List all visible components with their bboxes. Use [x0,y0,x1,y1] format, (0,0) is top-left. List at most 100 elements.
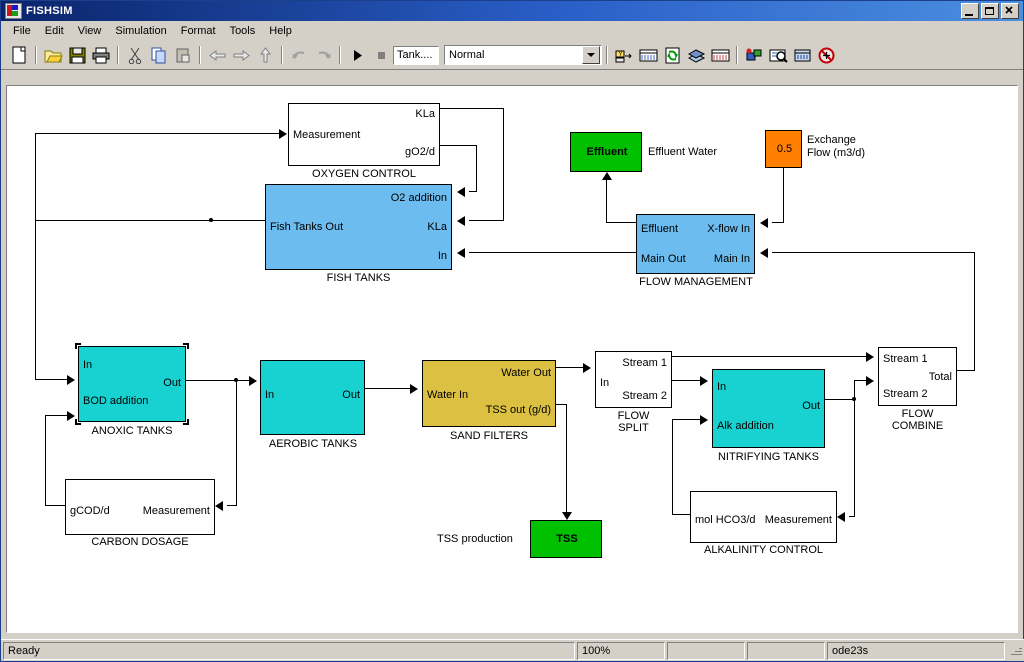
menu-simulation[interactable]: Simulation [108,23,173,39]
port-label-tss-out: TSS out (g/d) [485,404,551,416]
start-simulation-icon[interactable] [345,44,369,67]
block-alkalinity-control[interactable]: mol HCO3/d Measurement [690,491,837,543]
block-effluent[interactable]: Effluent [570,132,642,172]
port-label-stream-1-out: Stream 1 [622,357,667,369]
port-label-anoxic-out: Out [163,377,181,389]
wire-fishtanks-out-up [35,133,36,221]
block-caption-flow-management: FLOW MANAGEMENT [639,276,753,288]
block-oxygen-control[interactable]: Measurement KLa gO2/d [288,103,440,166]
block-aerobic-tanks[interactable]: In Out [260,360,365,435]
block-label-tss: TSS [556,533,578,545]
arrowhead-carbon-measurement [215,501,223,511]
arrowhead-water-in [410,384,418,394]
open-model-icon[interactable] [41,44,65,67]
arrowhead-combine-stream-1 [866,352,874,362]
model-explorer-icon[interactable] [708,44,732,67]
window-title: FISHSIM [26,5,73,17]
toolbar: Tank.... Normal Y [1,41,1023,70]
block-anoxic-tanks[interactable]: In BOD addition Out [78,346,186,422]
status-field-4 [747,641,825,660]
forward-arrow-icon[interactable] [229,44,253,67]
print-icon[interactable] [89,44,113,67]
arrowhead-anoxic-in [67,375,75,385]
port-label-alkalinity-measurement: Measurement [764,514,832,526]
wire-go2d-to-fishtanks [469,191,477,192]
annotation-exchange-flow-line2: Flow (m3/d) [807,147,866,159]
wire-total-up [974,252,975,371]
wire-hco3-up [672,419,673,515]
port-label-aerobic-out: Out [342,389,360,401]
stop-time-field[interactable]: Tank.... [393,45,439,65]
menu-tools[interactable]: Tools [223,23,263,39]
data-inspector-icon[interactable] [790,44,814,67]
toolbar-separator [606,46,608,64]
chevron-down-icon[interactable] [582,46,600,64]
block-caption-sand-filters: SAND FILTERS [449,430,529,442]
stop-sign-icon[interactable] [814,44,838,67]
minimize-button[interactable] [961,3,979,19]
library-browser-icon[interactable]: Y [612,44,636,67]
menu-help[interactable]: Help [262,23,299,39]
toggle-model-browser-icon[interactable] [636,44,660,67]
port-label-stream-2-out: Stream 2 [622,390,667,402]
block-flow-combine[interactable]: Stream 1 Stream 2 Total [878,347,957,406]
title-bar: FISHSIM [1,1,1023,21]
block-caption-aerobic-tanks: AEROBIC TANKS [268,438,358,450]
block-caption-flow-split-line2: SPLIT [618,422,649,434]
save-icon[interactable] [65,44,89,67]
port-label-nitrifying-in: In [717,381,727,393]
menu-file[interactable]: File [6,23,38,39]
wire-hco3-left [672,514,690,515]
arrowhead-tss-scope [562,512,572,520]
redo-icon[interactable] [311,44,335,67]
model-canvas[interactable]: Measurement KLa gO2/d OXYGEN CONTROL Fis… [6,85,1018,633]
up-arrow-icon[interactable] [253,44,277,67]
block-flow-management[interactable]: Effluent Main Out X-flow In Main In [636,214,755,274]
block-caption-nitrifying-tanks: NITRIFYING TANKS [717,451,820,463]
status-message: Ready [3,641,575,660]
wire-anoxic-branch-down [236,380,237,505]
toolbar-separator [199,46,201,64]
port-label-carbon-measurement: Measurement [142,505,210,517]
block-caption-flow-split-line1: FLOW [617,410,650,422]
maximize-button[interactable] [981,3,999,19]
menu-view[interactable]: View [71,23,109,39]
cut-icon[interactable] [123,44,147,67]
debug-icon[interactable] [742,44,766,67]
arrowhead-fishtanks-in [457,248,465,258]
wire-gcod-to-anoxic [45,415,68,416]
simulation-mode-select[interactable]: Normal [444,45,602,65]
wire-nitrifying-branch-left [849,516,855,517]
stop-simulation-icon[interactable] [369,44,393,67]
resize-grip[interactable] [1009,644,1023,658]
paste-icon[interactable] [171,44,195,67]
update-diagram-icon[interactable] [660,44,684,67]
port-label-gcod: gCOD/d [70,505,110,517]
block-nitrifying-tanks[interactable]: In Alk addition Out [712,369,825,448]
undo-icon[interactable] [287,44,311,67]
arrowhead-aerobic-in [249,376,257,386]
build-model-icon[interactable] [684,44,708,67]
back-arrow-icon[interactable] [205,44,229,67]
svg-text:Y: Y [618,52,622,58]
model-advisor-icon[interactable] [766,44,790,67]
block-flow-split[interactable]: In Stream 1 Stream 2 [595,351,672,408]
selection-handle-tl[interactable] [75,343,81,349]
simulink-model-window: FISHSIM File Edit View Simulation Format… [0,0,1024,662]
block-sand-filters[interactable]: Water In Water Out TSS out (g/d) [422,360,556,427]
arrowhead-fishtanks-o2-addition [457,187,465,197]
block-carbon-dosage[interactable]: gCOD/d Measurement [65,479,215,535]
toolbar-separator [117,46,119,64]
close-button[interactable] [1001,3,1019,19]
menu-format[interactable]: Format [174,23,223,39]
block-fish-tanks[interactable]: Fish Tanks Out O2 addition KLa In [265,184,452,270]
selection-handle-tr[interactable] [183,343,189,349]
new-model-icon[interactable] [7,44,31,67]
wire-fm-effluent-up [606,180,607,223]
copy-icon[interactable] [147,44,171,67]
block-exchange-flow[interactable]: 0.5 [765,130,802,168]
block-caption-flow-combine: FLOW COMBINE [878,408,957,432]
menu-edit[interactable]: Edit [38,23,71,39]
block-tss[interactable]: TSS [530,520,602,558]
arrowhead-xflow-in [760,218,768,228]
